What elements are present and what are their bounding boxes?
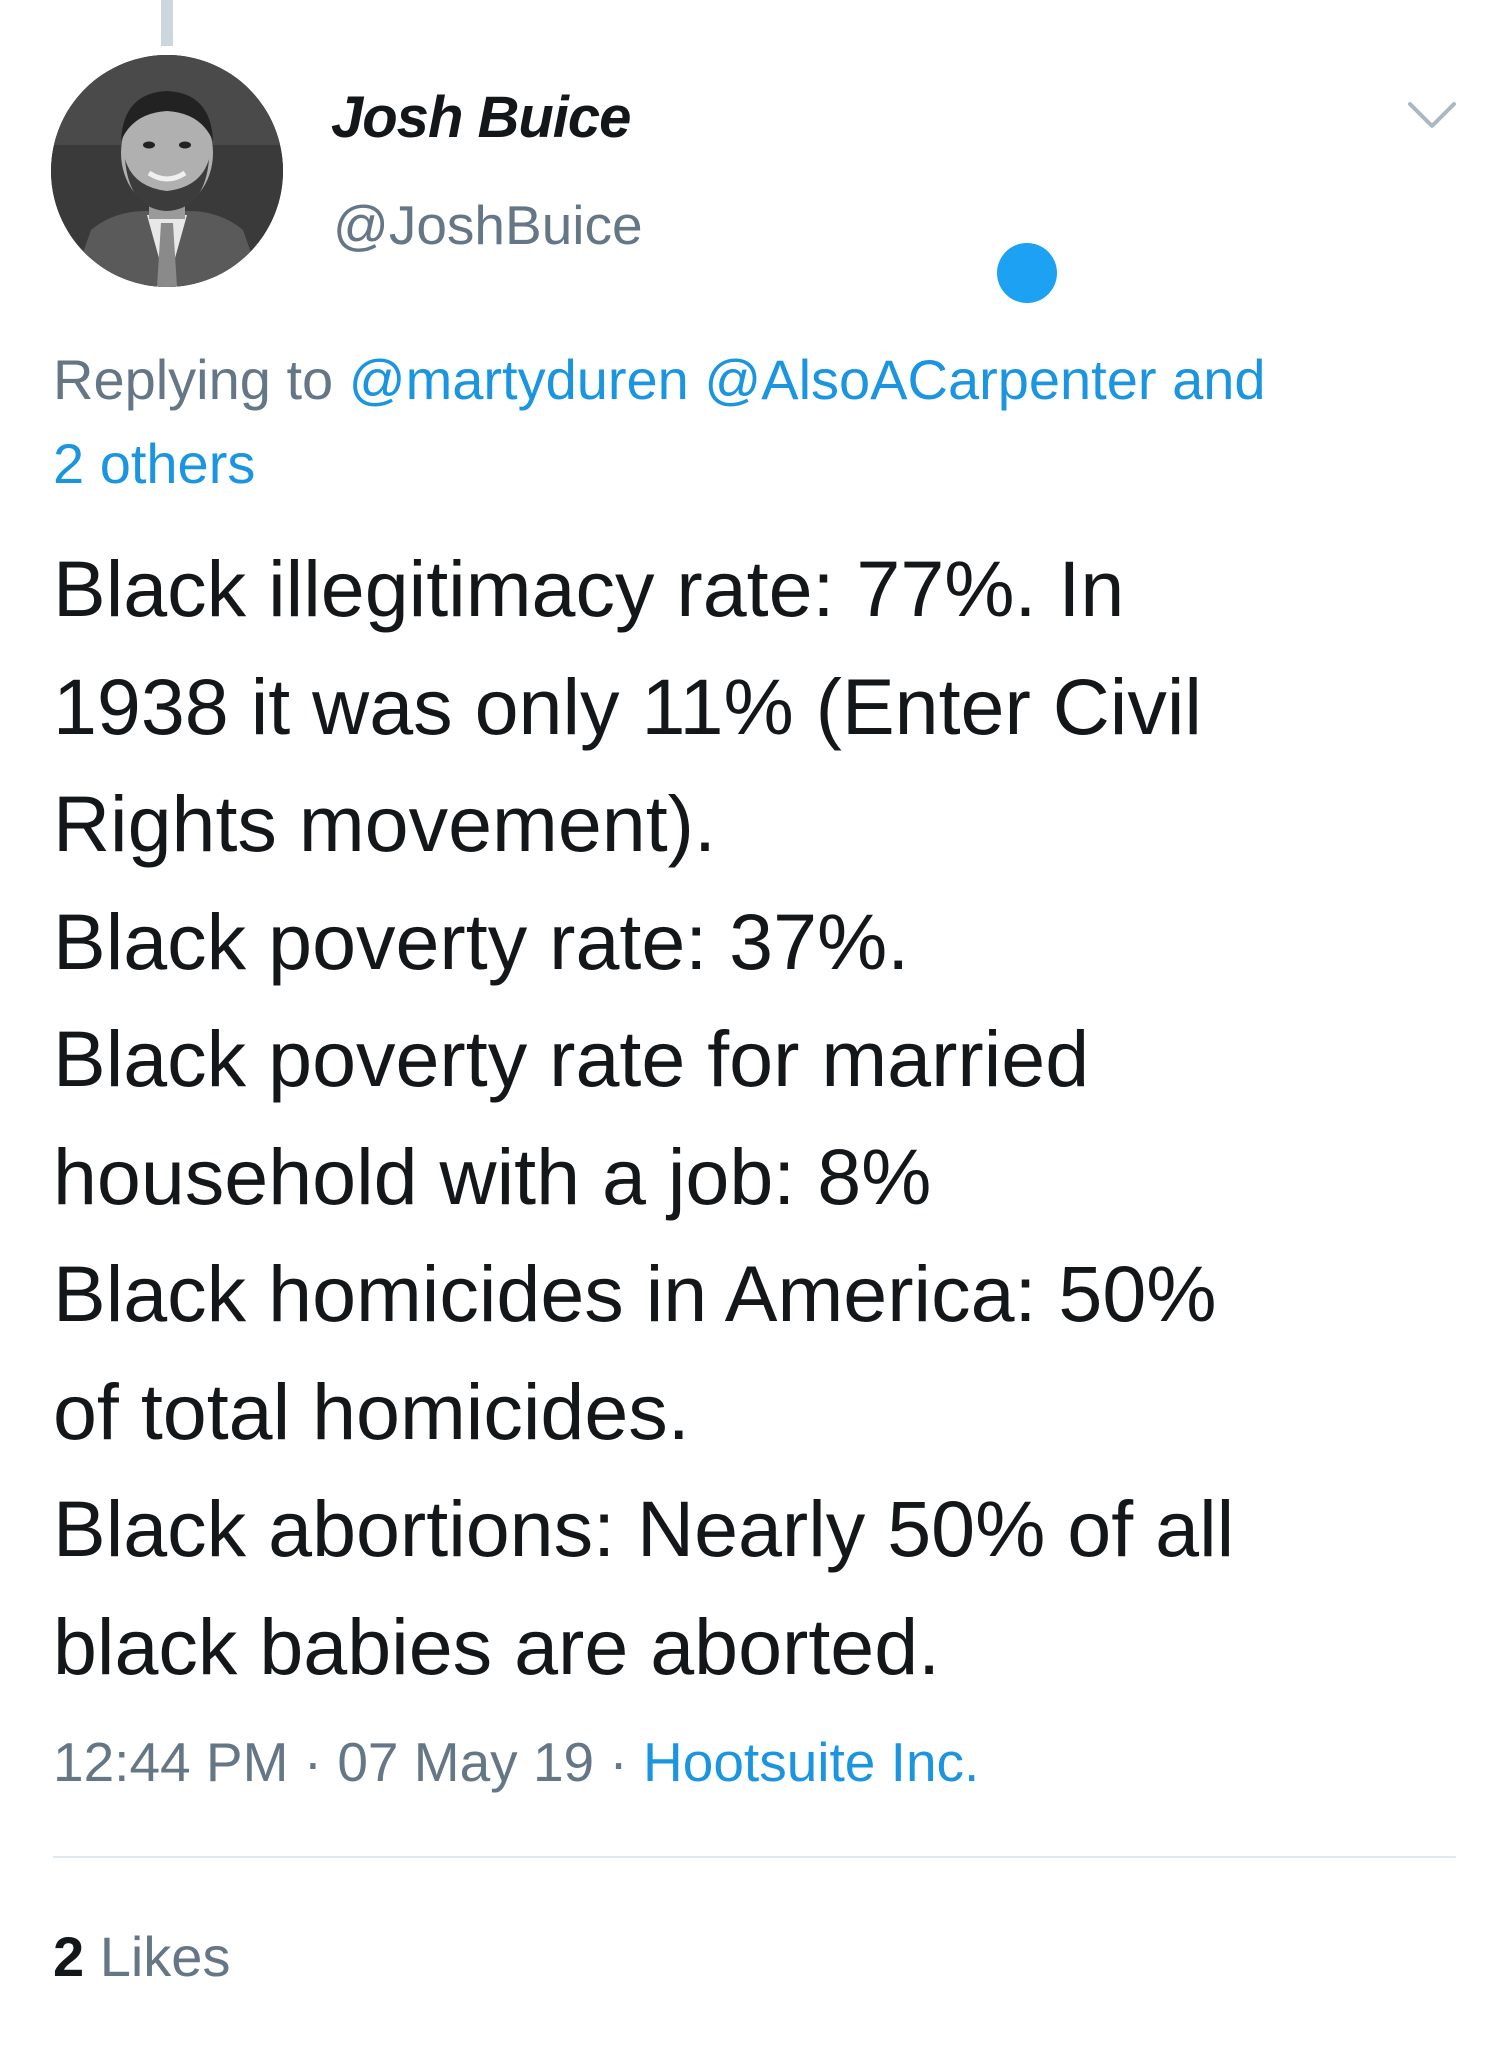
- tweet-text-line: 1938 it was only 11% (Enter Civil: [53, 661, 1202, 751]
- divider: [53, 1856, 1456, 1858]
- avatar-photo: [51, 55, 283, 287]
- tweet-time[interactable]: 12:44 PM: [53, 1731, 288, 1793]
- tweet-text: Black illegitimacy rate: 77%. In 1938 it…: [53, 530, 1473, 1705]
- tweet-text-line: Black poverty rate: 37%.: [53, 896, 910, 986]
- tweet-text-line: Black homicides in America: 50%: [53, 1249, 1217, 1338]
- tweet-meta: 12:44 PM · 07 May 19 · Hootsuite Inc.: [53, 1730, 979, 1794]
- chevron-down-icon[interactable]: [1404, 96, 1460, 136]
- replying-to-label: Replying to: [53, 348, 334, 411]
- tweet-text-line: Black poverty rate for married: [53, 1014, 1090, 1103]
- tweet-text-line: household with a job: 8%: [53, 1131, 932, 1221]
- avatar[interactable]: [51, 55, 283, 287]
- tweet-text-line: Black illegitimacy rate: 77%. In: [53, 544, 1125, 633]
- likes-label: Likes: [99, 1925, 231, 1988]
- tweet-text-line: of total homicides.: [53, 1366, 690, 1456]
- display-name[interactable]: Josh Buice: [331, 84, 631, 151]
- tweet-text-line: Black abortions: Nearly 50% of all: [53, 1484, 1235, 1573]
- mention-link[interactable]: @AlsoACarpenter: [704, 348, 1156, 411]
- meta-separator: ·: [609, 1731, 628, 1793]
- user-handle[interactable]: @JoshBuice: [333, 193, 643, 257]
- mention-link[interactable]: @martyduren: [349, 348, 689, 411]
- meta-separator: ·: [303, 1731, 323, 1793]
- thread-connector-line: [161, 0, 173, 46]
- replying-to: Replying to @martyduren @AlsoACarpenter …: [53, 338, 1463, 506]
- mention-others-link[interactable]: 2 others: [53, 432, 255, 495]
- likes-count: 2: [53, 1925, 85, 1988]
- tweet-source-link[interactable]: Hootsuite Inc.: [643, 1731, 979, 1793]
- blue-dot: [997, 243, 1057, 303]
- tweet-text-line: black babies are aborted.: [53, 1601, 941, 1691]
- likes-stat[interactable]: 2 Likes: [53, 1924, 230, 1989]
- mention-and[interactable]: and: [1172, 348, 1265, 411]
- tweet-text-line: Rights movement).: [53, 779, 716, 868]
- tweet-date[interactable]: 07 May 19: [337, 1731, 594, 1793]
